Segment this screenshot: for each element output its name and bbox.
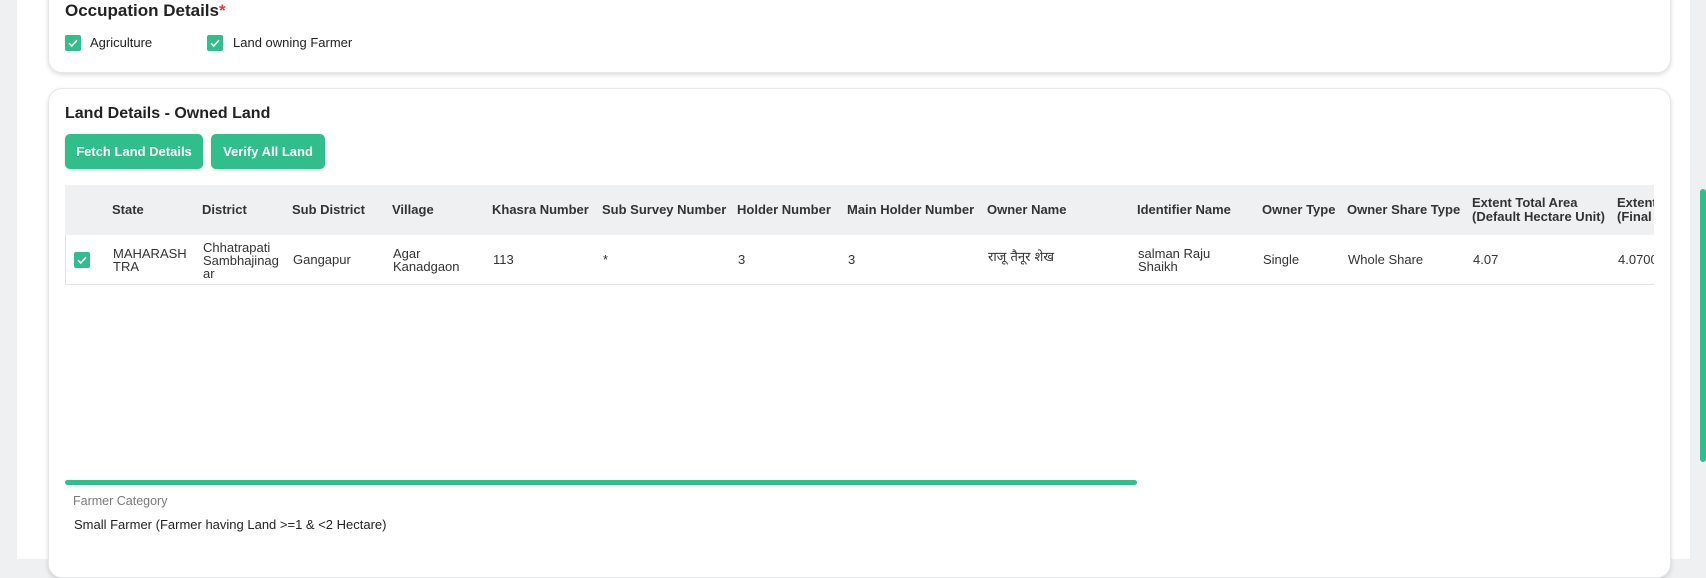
table-horizontal-scrollbar[interactable] [65,480,1137,485]
cell-extent-total-area: 4.07 [1473,252,1499,267]
occupation-title: Occupation Details* [65,1,226,21]
table-row[interactable]: MAHARASH TRA Chhatrapati Sambhajinag ar Gan… [65,235,1654,285]
verify-all-land-button[interactable]: Verify All Land [211,134,325,169]
column-header-khasra-number: Khasra Number [492,202,589,217]
required-mark: * [218,1,226,20]
column-header-main-holder-number: Main Holder Number [847,202,975,217]
column-header-owner-share-type: Owner Share Type [1347,202,1461,217]
column-header-village: Village [392,202,434,217]
cell-state: MAHARASH TRA [113,246,187,274]
agriculture-label: Agriculture [90,35,153,50]
land-owning-farmer-checkbox[interactable] [207,35,223,51]
column-header-identifier-name: Identifier Name [1137,202,1231,217]
column-header-owner-name: Owner Name [987,202,1067,217]
cell-owner-name: राजू तैनूर शेख [988,250,1055,265]
column-header-district: District [202,202,247,217]
cell-district: Chhatrapati Sambhajinag ar [203,240,279,281]
column-header-extent-total-area: Extent Total Area (Default Hectare Unit) [1472,195,1605,224]
land-owning-farmer-label: Land owning Farmer [233,35,353,50]
occupation-title-text: Occupation Details [65,1,219,20]
page-scrollbar[interactable] [1700,189,1706,462]
check-icon [77,256,87,265]
table-header: State District Sub District Village Khas… [65,185,1654,235]
fetch-land-details-button[interactable]: Fetch Land Details [65,134,203,169]
column-header-holder-number: Holder Number [737,202,831,217]
farmer-category-label: Farmer Category [73,494,168,508]
column-header-extent-final: Extent (Final [1617,195,1654,224]
agriculture-checkbox[interactable] [65,35,81,51]
cell-identifier-name: salman Raju Shaikh [1138,246,1211,274]
column-header-sub-survey-number: Sub Survey Number [602,202,727,217]
column-header-sub-district: Sub District [292,202,365,217]
column-header-state: State [112,202,144,217]
land-details-title: Land Details - Owned Land [65,105,271,122]
cell-sub-district: Gangapur [293,252,351,267]
cell-owner-type: Single [1263,252,1300,267]
land-table: State District Sub District Village Khas… [65,185,1654,285]
cell-owner-share-type: Whole Share [1348,252,1424,267]
cell-main-holder-number: 3 [848,252,856,267]
cell-sub-survey-number: * [603,252,609,267]
row-select-checkbox[interactable] [74,252,90,268]
column-header-owner-type: Owner Type [1262,202,1336,217]
farmer-category-value: Small Farmer (Farmer having Land >=1 & <… [74,517,387,532]
cell-holder-number: 3 [738,252,746,267]
check-icon [68,39,78,48]
check-icon [210,39,220,48]
cell-khasra-number: 113 [493,252,514,267]
cell-village: Agar Kanadgaon [393,246,460,274]
cell-extent-final: 4.0700 [1618,252,1654,267]
